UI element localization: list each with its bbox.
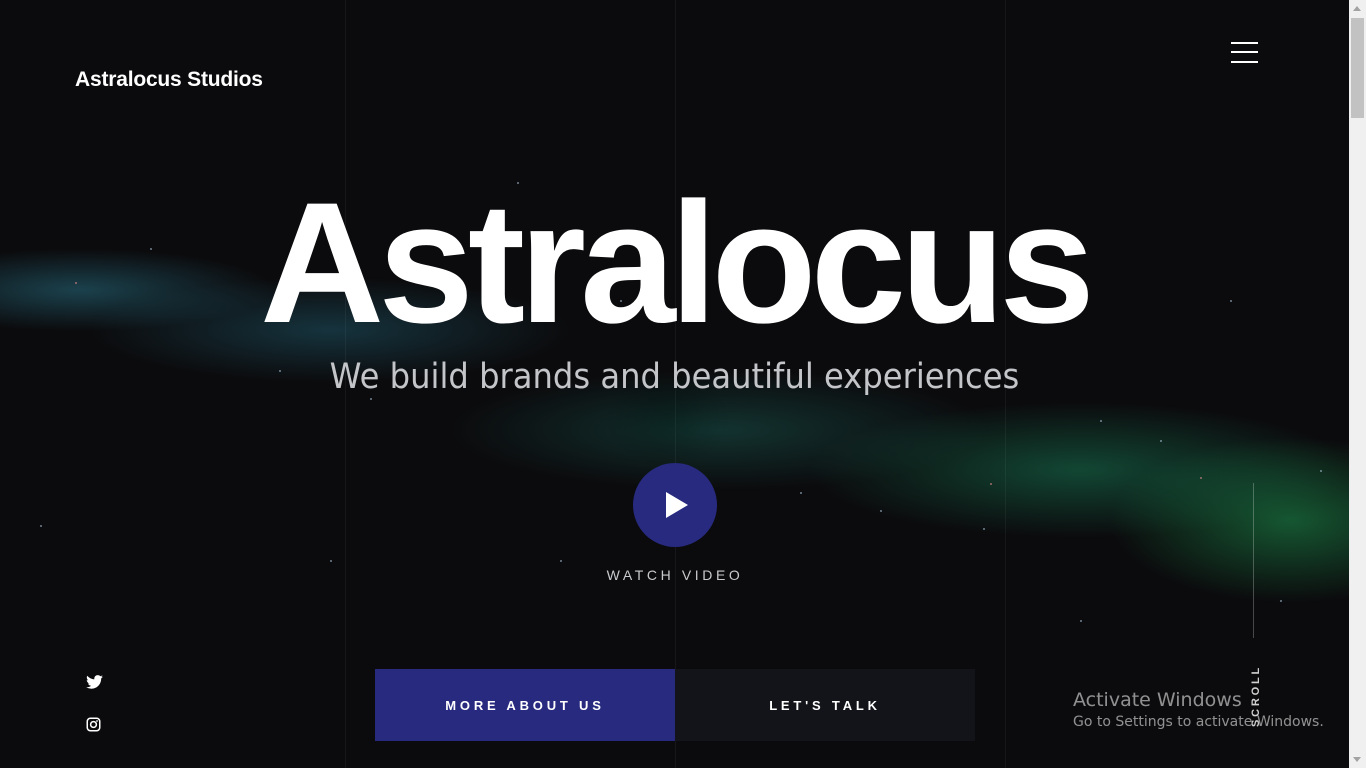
lets-talk-button[interactable]: LET'S TALK bbox=[675, 669, 975, 741]
watch-video-link[interactable]: WATCH VIDEO bbox=[560, 567, 790, 583]
twitter-icon bbox=[86, 675, 103, 689]
play-icon bbox=[666, 492, 688, 518]
scroll-up-arrow-icon[interactable] bbox=[1353, 6, 1361, 11]
site-logo[interactable]: Astralocus Studios bbox=[75, 68, 263, 92]
hero-subtitle: We build brands and beautiful experience… bbox=[329, 357, 1020, 397]
instagram-link[interactable] bbox=[86, 717, 101, 737]
instagram-icon bbox=[86, 717, 101, 732]
scroll-label[interactable]: SCROLL bbox=[1250, 658, 1262, 734]
scroll-indicator-line bbox=[1253, 483, 1254, 638]
play-video-button[interactable] bbox=[633, 463, 717, 547]
activate-windows-title: Activate Windows bbox=[1073, 689, 1242, 711]
more-about-us-button[interactable]: MORE ABOUT US bbox=[375, 669, 675, 741]
activate-windows-subtitle: Go to Settings to activate Windows. bbox=[1073, 714, 1324, 730]
twitter-link[interactable] bbox=[86, 675, 103, 694]
scroll-down-arrow-icon[interactable] bbox=[1353, 757, 1361, 762]
hamburger-menu-icon[interactable] bbox=[1231, 42, 1259, 64]
scrollbar-thumb[interactable] bbox=[1351, 18, 1364, 118]
page-scrollbar[interactable] bbox=[1349, 0, 1366, 768]
hero-title: Astralocus bbox=[260, 167, 1095, 359]
